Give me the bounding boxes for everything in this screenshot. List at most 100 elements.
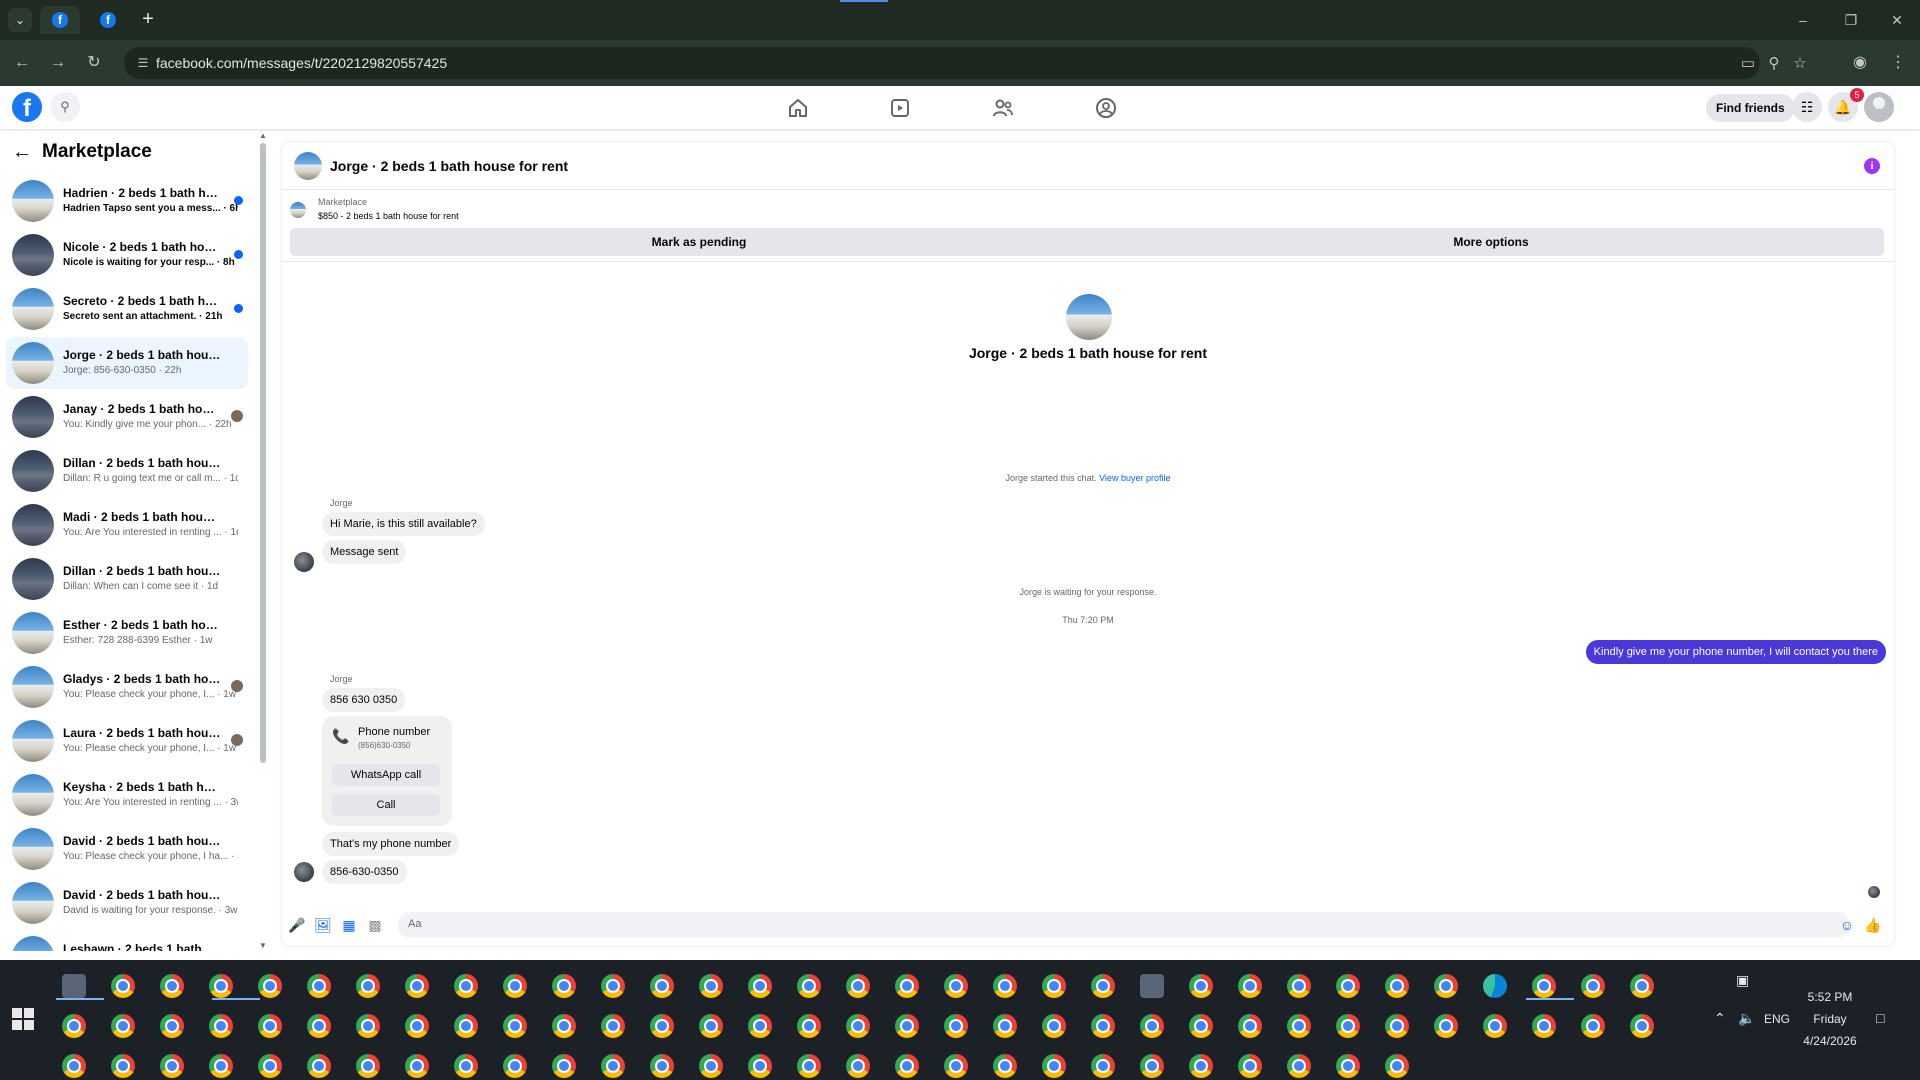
message-bubble[interactable]: Message sent	[322, 540, 407, 564]
site-info-icon[interactable]: ☰	[134, 54, 152, 72]
chrome-window-icon[interactable]	[1140, 1014, 1164, 1038]
chrome-window-icon[interactable]	[405, 1054, 429, 1078]
chrome-window-icon[interactable]	[797, 974, 821, 998]
chrome-window-icon[interactable]	[160, 974, 184, 998]
chrome-window-icon[interactable]	[1287, 1054, 1311, 1078]
chrome-window-icon[interactable]	[1189, 974, 1213, 998]
notification-center-icon[interactable]: □	[1876, 1010, 1884, 1026]
chrome-window-icon[interactable]	[258, 1054, 282, 1078]
whatsapp-call-button[interactable]: WhatsApp call	[332, 764, 440, 786]
chrome-window-icon[interactable]	[1336, 1014, 1360, 1038]
chrome-window-icon[interactable]	[552, 1054, 576, 1078]
restore-icon[interactable]: ❐	[1836, 8, 1866, 32]
chrome-window-icon[interactable]	[993, 1054, 1017, 1078]
chrome-window-icon[interactable]	[1091, 1054, 1115, 1078]
chrome-window-icon[interactable]	[1189, 1014, 1213, 1038]
language-indicator[interactable]: ENG	[1762, 1012, 1792, 1026]
browser-tab-facebook[interactable]: f	[88, 6, 128, 34]
chrome-window-icon[interactable]	[503, 974, 527, 998]
sender-avatar[interactable]	[294, 862, 314, 882]
chrome-window-icon[interactable]	[699, 1014, 723, 1038]
address-bar[interactable]: ☰ facebook.com/messages/t/22021298205574…	[124, 47, 1807, 79]
chrome-window-icon[interactable]	[454, 974, 478, 998]
conversation-item[interactable]: Dillan · 2 beds 1 bath house for rent Dil…	[6, 553, 248, 605]
conversation-item[interactable]: Janay · 2 beds 1 bath house for rent You:…	[6, 391, 248, 443]
clock-day[interactable]: Friday	[1800, 1012, 1860, 1026]
chrome-window-icon[interactable]	[1581, 974, 1605, 998]
clock-time[interactable]: 5:52 PM	[1800, 990, 1860, 1004]
bookmark-star-icon[interactable]: ☆	[1790, 54, 1810, 74]
chrome-window-icon[interactable]	[552, 1014, 576, 1038]
video-icon[interactable]	[888, 96, 912, 120]
chrome-window-icon[interactable]	[1385, 1054, 1409, 1078]
chat-title[interactable]: Jorge · 2 beds 1 bath house for rent	[330, 158, 568, 174]
chrome-window-icon[interactable]	[111, 974, 135, 998]
chrome-window-icon[interactable]	[209, 1014, 233, 1038]
search-icon[interactable]: ⚲	[50, 92, 80, 122]
find-friends-button[interactable]: Find friends	[1706, 94, 1795, 122]
chrome-window-icon[interactable]	[454, 1014, 478, 1038]
chrome-window-icon[interactable]	[1336, 1054, 1360, 1078]
attach-photo-icon[interactable]: 🖼	[314, 916, 332, 934]
sidebar-scrollbar[interactable]: ▲ ▼	[258, 131, 268, 951]
clock-date[interactable]: 4/24/2026	[1800, 1034, 1860, 1048]
app-icon[interactable]	[1140, 974, 1164, 998]
scrollbar-thumb[interactable]	[260, 143, 266, 763]
chrome-window-icon[interactable]	[601, 974, 625, 998]
conversation-item[interactable]: David · 2 beds 1 bath house for rent You:…	[6, 823, 248, 875]
conversation-item[interactable]: Keysha · 2 beds 1 bath house for rent You…	[6, 769, 248, 821]
chrome-window-icon[interactable]	[699, 1054, 723, 1078]
chrome-window-icon[interactable]	[1385, 974, 1409, 998]
chrome-window-icon[interactable]	[846, 1054, 870, 1078]
sticker-icon[interactable]: ▦	[340, 916, 358, 934]
conversation-item[interactable]: Esther · 2 beds 1 bath house for rent Est…	[6, 607, 248, 659]
volume-icon[interactable]: 🔈	[1738, 1010, 1755, 1027]
chrome-window-icon[interactable]	[258, 1014, 282, 1038]
conversation-item[interactable]: Nicole · 2 beds 1 bath house for rent Nic…	[6, 229, 248, 281]
tab-search-menu-icon[interactable]: ⌄	[8, 8, 32, 32]
reload-icon[interactable]: ↻	[82, 51, 106, 75]
friends-icon[interactable]	[991, 96, 1015, 120]
chrome-window-icon[interactable]	[650, 974, 674, 998]
menu-grid-icon[interactable]: ☷	[1792, 92, 1822, 122]
chrome-window-icon[interactable]	[846, 974, 870, 998]
back-arrow-icon[interactable]: ←	[12, 141, 32, 164]
chrome-window-icon[interactable]	[1189, 1054, 1213, 1078]
chrome-window-icon[interactable]	[748, 1054, 772, 1078]
view-buyer-profile-link[interactable]: View buyer profile	[1099, 473, 1170, 483]
emoji-icon[interactable]: ☺	[1838, 916, 1856, 934]
home-icon[interactable]	[786, 96, 810, 120]
chrome-window-icon[interactable]	[209, 1054, 233, 1078]
conversation-item[interactable]: Hadrien · 2 beds 1 bath house for rent Ha…	[6, 175, 248, 227]
chrome-window-icon[interactable]	[944, 974, 968, 998]
groups-icon[interactable]	[1094, 96, 1118, 120]
chrome-window-icon[interactable]	[797, 1014, 821, 1038]
like-thumbs-up-icon[interactable]: 👍	[1864, 916, 1882, 934]
chrome-window-icon[interactable]	[454, 1054, 478, 1078]
chrome-window-icon[interactable]	[1630, 1014, 1654, 1038]
chrome-window-icon[interactable]	[1385, 1014, 1409, 1038]
chrome-window-icon[interactable]	[846, 1014, 870, 1038]
conversation-item[interactable]: Jorge · 2 beds 1 bath house for rent Jorg…	[6, 337, 248, 389]
chrome-window-icon[interactable]	[1042, 1054, 1066, 1078]
chrome-window-icon[interactable]	[601, 1014, 625, 1038]
more-options-button[interactable]: More options	[1098, 228, 1884, 256]
chrome-window-icon[interactable]	[895, 1054, 919, 1078]
chrome-window-icon[interactable]	[1238, 974, 1262, 998]
chrome-window-icon[interactable]	[111, 1014, 135, 1038]
chrome-window-icon[interactable]	[1238, 1054, 1262, 1078]
scroll-up-icon[interactable]: ▲	[259, 131, 267, 140]
chrome-window-icon[interactable]	[503, 1054, 527, 1078]
chrome-window-icon[interactable]	[209, 974, 233, 998]
conversation-item[interactable]: Madi · 2 beds 1 bath house for rent You: …	[6, 499, 248, 551]
chrome-window-icon[interactable]	[1042, 974, 1066, 998]
browser-tab-facebook-messages[interactable]: f	[40, 6, 80, 34]
chrome-window-icon[interactable]	[895, 1014, 919, 1038]
forward-arrow-icon[interactable]: →	[46, 51, 70, 75]
chrome-window-icon[interactable]	[1287, 974, 1311, 998]
profile-icon[interactable]: ◉	[1848, 51, 1872, 75]
conversation-item[interactable]: Gladys · 2 beds 1 bath house for rent You…	[6, 661, 248, 713]
conversation-item[interactable]: Laura · 2 beds 1 bath house for rent You:…	[6, 715, 248, 767]
chat-listing-avatar[interactable]	[294, 152, 322, 180]
mark-as-pending-button[interactable]: Mark as pending	[290, 228, 1108, 256]
